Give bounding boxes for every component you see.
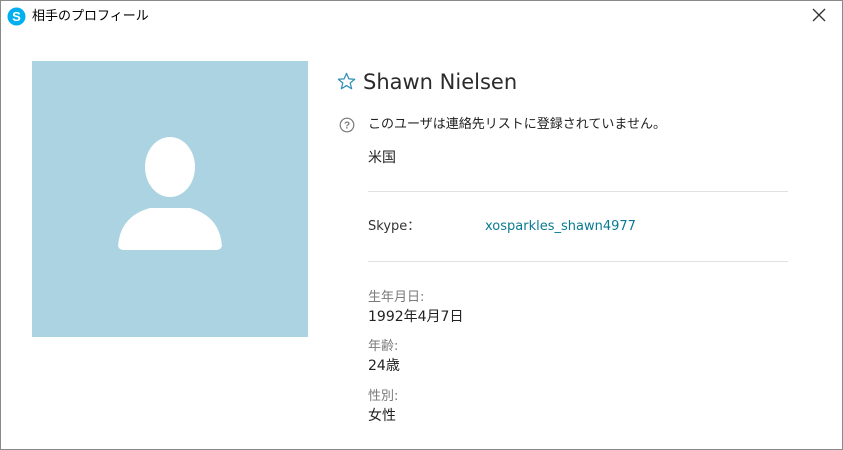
divider — [368, 191, 788, 192]
svg-text:?: ? — [344, 121, 350, 132]
birthday-label: 生年月日: — [368, 290, 425, 305]
default-user-icon — [118, 137, 222, 250]
skype-id-link[interactable]: xosparkles_shawn4977 — [485, 218, 636, 236]
favorite-star-icon[interactable] — [337, 72, 356, 91]
age-label: 年齢: — [368, 339, 399, 354]
window-title: 相手のプロフィール — [32, 9, 149, 24]
title-bar: S 相手のプロフィール — [1, 1, 842, 32]
age-value: 24歳 — [368, 358, 400, 374]
close-icon — [812, 7, 826, 26]
gender-label: 性別: — [368, 389, 399, 404]
profile-avatar — [32, 61, 308, 337]
svg-text:S: S — [12, 9, 21, 24]
gender-value: 女性 — [368, 408, 396, 424]
location-text: 米国 — [368, 150, 396, 166]
divider — [368, 261, 788, 262]
skype-icon: S — [7, 7, 26, 26]
not-in-contacts-message: このユーザは連絡先リストに登録されていません。 — [368, 117, 666, 132]
skype-label: Skype： — [368, 219, 421, 234]
close-button[interactable] — [796, 1, 842, 32]
question-circle-icon: ? — [339, 117, 355, 133]
profile-window: S 相手のプロフィール Shawn Nielsen ? このユーザは連絡先リスト… — [0, 0, 843, 450]
display-name: Shawn Nielsen — [363, 70, 518, 94]
birthday-value: 1992年4月7日 — [368, 309, 464, 325]
